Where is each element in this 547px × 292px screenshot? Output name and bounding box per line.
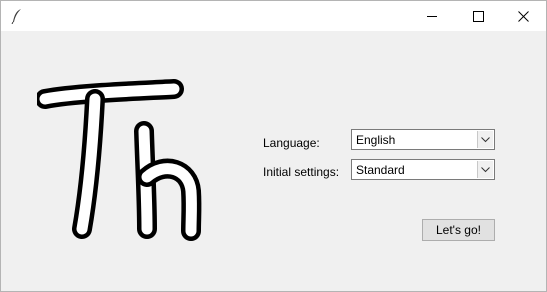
app-window: Th Language: English	[0, 0, 547, 292]
language-label: Language:	[263, 136, 320, 150]
initial-settings-select[interactable]: Standard	[351, 159, 495, 180]
app-logo: Th	[37, 79, 202, 241]
maximize-icon	[472, 10, 484, 22]
close-icon	[517, 10, 529, 22]
language-select[interactable]: English	[351, 129, 495, 150]
close-button[interactable]	[500, 1, 546, 31]
maximize-button[interactable]	[455, 1, 501, 31]
language-dropdown-button[interactable]	[477, 131, 493, 148]
chevron-down-icon	[481, 166, 490, 172]
feather-icon	[10, 8, 24, 25]
title-bar	[1, 1, 546, 31]
minimize-icon	[426, 15, 437, 17]
minimize-button[interactable]	[409, 1, 455, 31]
language-select-value: English	[356, 133, 396, 147]
initial-settings-label: Initial settings:	[263, 165, 340, 179]
chevron-down-icon	[481, 136, 490, 142]
lets-go-button[interactable]: Let's go!	[422, 219, 495, 241]
main-content: Th Language: English	[1, 31, 546, 291]
initial-settings-select-value: Standard	[356, 163, 405, 177]
initial-settings-dropdown-button[interactable]	[477, 161, 493, 178]
